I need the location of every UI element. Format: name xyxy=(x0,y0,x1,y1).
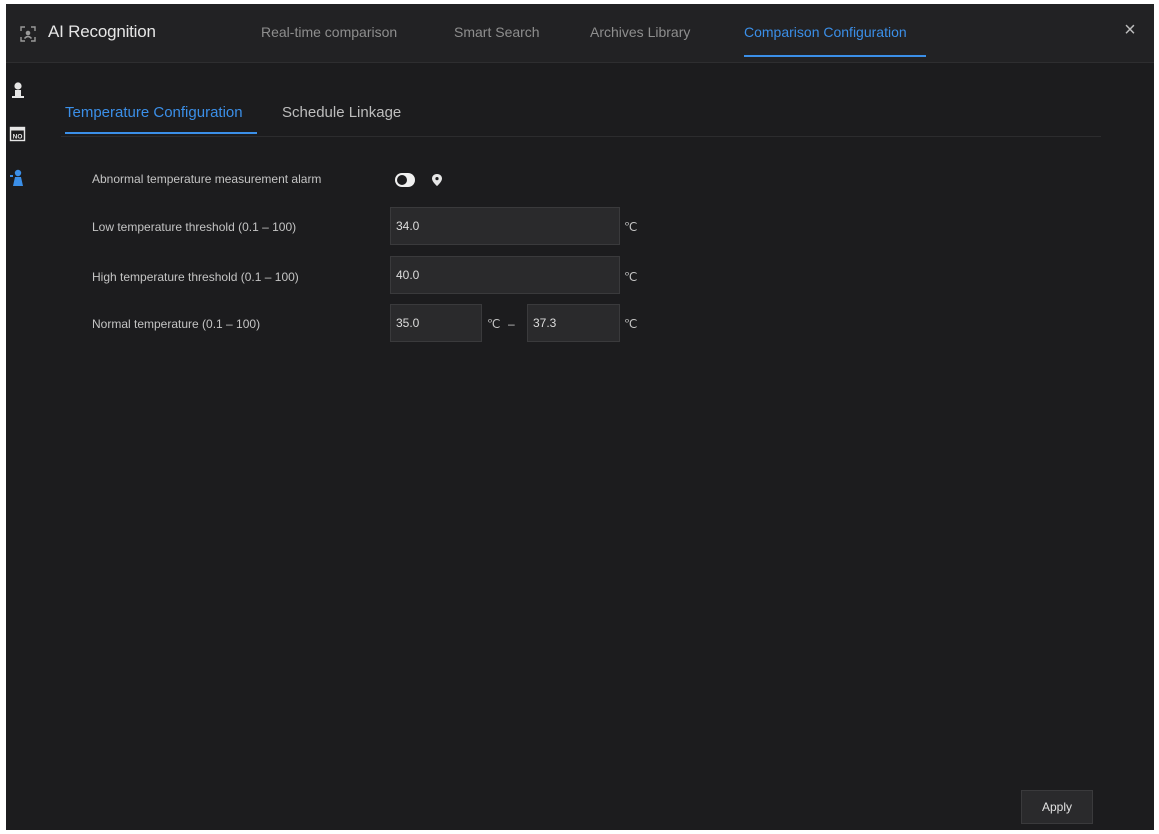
tab-smart-search[interactable]: Smart Search xyxy=(454,24,540,40)
normal-max-input[interactable] xyxy=(527,304,620,342)
tab-archives-library[interactable]: Archives Library xyxy=(590,24,690,40)
high-threshold-unit: ℃ xyxy=(624,270,638,284)
normal-min-unit: ℃ xyxy=(487,317,501,331)
ai-recognition-icon xyxy=(20,26,36,42)
app-title: AI Recognition xyxy=(48,22,156,41)
license-plate-text: NO xyxy=(13,134,23,141)
normal-temperature-label: Normal temperature (0.1 – 100) xyxy=(92,317,261,331)
license-plate-icon[interactable]: NO xyxy=(9,125,27,143)
high-threshold-input[interactable] xyxy=(390,256,620,294)
tab-comparison-configuration[interactable]: Comparison Configuration xyxy=(744,24,907,40)
tab-real-time-comparison[interactable]: Real-time comparison xyxy=(261,24,397,40)
help-icon[interactable] xyxy=(430,173,444,187)
ai-recognition-window: AI Recognition Real-time comparison Smar… xyxy=(6,4,1154,830)
alarm-label: Abnormal temperature measurement alarm xyxy=(92,172,322,186)
apply-button[interactable]: Apply xyxy=(1021,790,1093,824)
low-threshold-unit: ℃ xyxy=(624,220,638,234)
high-threshold-label: High temperature threshold (0.1 – 100) xyxy=(92,270,299,284)
toggle-knob xyxy=(397,175,407,185)
low-threshold-input[interactable] xyxy=(390,207,620,245)
left-sidebar: NO xyxy=(6,63,30,830)
normal-min-input[interactable] xyxy=(390,304,482,342)
tab-schedule-linkage[interactable]: Schedule Linkage xyxy=(282,104,401,121)
active-tab-indicator xyxy=(744,55,926,57)
alarm-toggle[interactable] xyxy=(395,173,415,187)
active-subtab-indicator xyxy=(65,132,257,134)
range-separator: – xyxy=(508,317,515,331)
sub-tabs: Temperature Configuration Schedule Linka… xyxy=(61,92,1101,137)
low-threshold-label: Low temperature threshold (0.1 – 100) xyxy=(92,220,297,234)
tab-temperature-configuration[interactable]: Temperature Configuration xyxy=(65,104,243,121)
close-button[interactable]: × xyxy=(1120,20,1140,40)
top-navigation-bar: AI Recognition Real-time comparison Smar… xyxy=(6,4,1154,63)
person-icon[interactable] xyxy=(9,81,27,99)
thermometer-person-icon[interactable] xyxy=(9,169,27,187)
close-icon: × xyxy=(1124,19,1136,41)
normal-max-unit: ℃ xyxy=(624,317,638,331)
